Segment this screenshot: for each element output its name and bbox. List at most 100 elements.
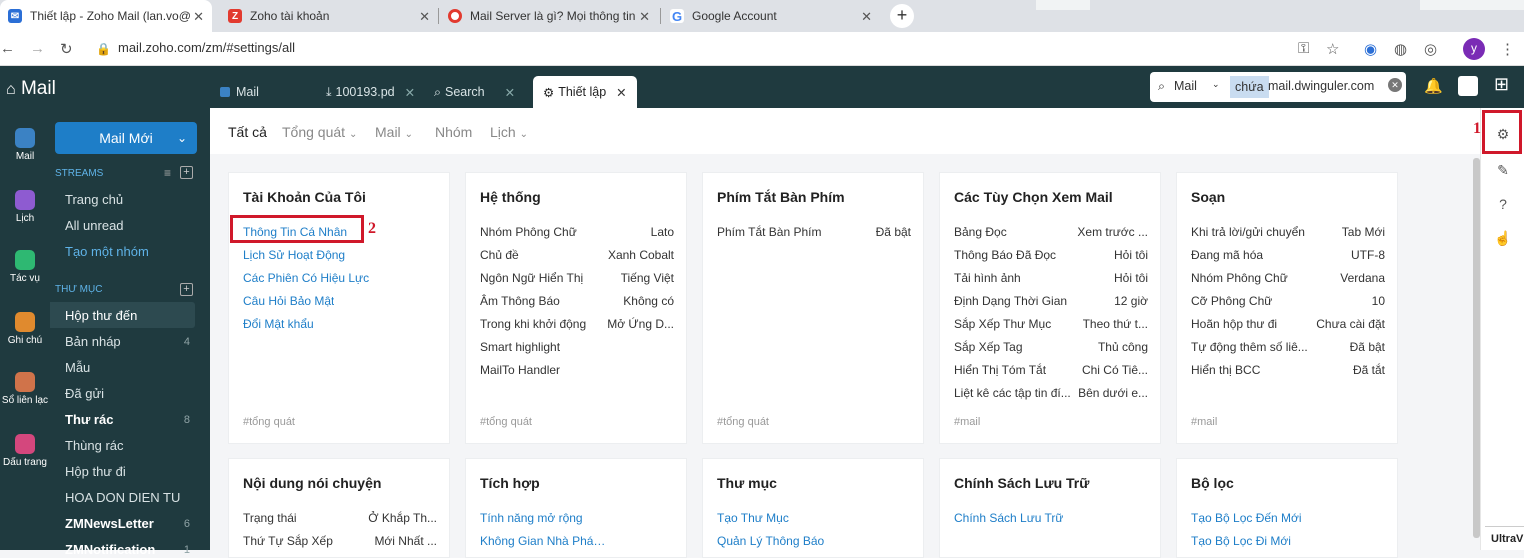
rail-mail[interactable]: Mail (0, 128, 50, 162)
folder-spam[interactable]: Thư rác (65, 412, 113, 427)
setting-value[interactable]: Đã bật (876, 225, 911, 239)
setting-row[interactable]: Nhóm Phông Chữ Verdana (1191, 271, 1385, 288)
scrollbar[interactable] (1473, 158, 1480, 538)
browser-tab[interactable]: Mail Server là gì? Mọi thông tin c ✕ (440, 0, 658, 32)
setting-row[interactable]: Tự động thêm số liê... Đã bật (1191, 340, 1385, 357)
search-bar[interactable]: ⌕ Mail ⌄ chứa mail.dwinguler.com ✕ (1150, 72, 1406, 102)
new-tab-button[interactable]: + (890, 4, 914, 28)
menu-icon[interactable]: ⋮ (1500, 40, 1515, 58)
setting-row[interactable]: Câu Hỏi Bảo Mật (243, 294, 437, 311)
close-icon[interactable]: ✕ (616, 85, 626, 100)
setting-row[interactable]: Không Gian Nhà Phát Triển (480, 534, 674, 551)
setting-link[interactable]: Tạo Bộ Lọc Đến Mới (1191, 511, 1302, 525)
setting-link[interactable]: Tạo Bộ Lọc Đi Mới (1191, 534, 1291, 548)
setting-row[interactable]: Smart highlight (480, 340, 674, 357)
browser-tab[interactable]: G Google Account ✕ (662, 0, 880, 32)
back-icon[interactable]: ← (0, 40, 15, 57)
setting-row[interactable]: Đang mã hóa UTF-8 (1191, 248, 1385, 265)
setting-row[interactable]: Trong khi khởi động Mở Ứng D... (480, 317, 674, 334)
help-icon[interactable]: ? (1481, 196, 1524, 212)
clear-icon[interactable]: ✕ (1388, 78, 1402, 92)
setting-link[interactable]: Đổi Mật khẩu (243, 317, 314, 331)
filter-calendar[interactable]: Lịch ⌄ (490, 124, 528, 140)
setting-row[interactable]: Các Phiên Có Hiệu Lực (243, 271, 437, 288)
rail-tasks[interactable]: Tác vụ (0, 250, 50, 284)
filter-icon[interactable]: ≡ (164, 166, 171, 180)
close-icon[interactable]: ✕ (505, 85, 515, 100)
setting-row[interactable]: Âm Thông Báo Không có (480, 294, 674, 311)
folder-templates[interactable]: Mẫu (65, 360, 90, 375)
filter-all[interactable]: Tất cả (228, 124, 267, 140)
setting-row[interactable]: Nhóm Phông Chữ Lato (480, 225, 674, 242)
setting-row[interactable]: Lịch Sử Hoạt Động (243, 248, 437, 265)
setting-link[interactable]: Các Phiên Có Hiệu Lực (243, 271, 369, 285)
setting-row[interactable]: Tạo Bộ Lọc Đến Mới (1191, 511, 1385, 528)
setting-row[interactable]: Tạo Bộ Lọc Đi Mới (1191, 534, 1385, 551)
filter-general[interactable]: Tổng quát ⌄ (282, 124, 357, 140)
tab-settings[interactable]: ⚙ Thiết lập ✕ (533, 76, 637, 108)
close-icon[interactable]: ✕ (193, 9, 204, 25)
browser-tab[interactable]: ✉ Thiết lập - Zoho Mail (lan.vo@dw ✕ (0, 0, 212, 32)
setting-row[interactable]: Cỡ Phông Chữ 10 (1191, 294, 1385, 311)
close-icon[interactable]: ✕ (639, 9, 650, 25)
setting-row[interactable]: Sắp Xếp Thư Mục Theo thứ t... (954, 317, 1148, 334)
sidebar-item-all-unread[interactable]: All unread (65, 218, 124, 233)
setting-row[interactable]: Ngôn Ngữ Hiển Thị Tiếng Việt (480, 271, 674, 288)
add-icon[interactable]: + (180, 166, 193, 179)
setting-row[interactable]: Tính năng mở rộng (480, 511, 674, 528)
chevron-down-icon[interactable]: ⌄ (177, 122, 187, 154)
filter-mail[interactable]: Mail ⌄ (375, 124, 413, 140)
tab-search[interactable]: ⌕ Search ✕ (424, 76, 530, 108)
setting-row[interactable]: Đổi Mật khẩu (243, 317, 437, 334)
setting-link[interactable]: Lịch Sử Hoạt Động (243, 248, 345, 262)
setting-link[interactable]: Tính năng mở rộng (480, 511, 583, 525)
close-icon[interactable]: ✕ (405, 85, 415, 100)
window-controls[interactable] (1420, 0, 1524, 10)
setting-row[interactable]: Chính Sách Lưu Trữ (954, 511, 1148, 528)
setting-link[interactable]: Chính Sách Lưu Trữ (954, 511, 1063, 525)
setting-row[interactable]: Tạo Thư Mục (717, 511, 911, 528)
rail-notes[interactable]: Ghi chú (0, 312, 50, 346)
setting-row[interactable]: Hiển Thị Tóm Tắt Chi Có Tiê... (954, 363, 1148, 380)
tab-pdf[interactable]: ⤓ 100193.pd ✕ (316, 76, 416, 108)
extension-icon[interactable]: ◍ (1394, 40, 1407, 58)
extension-icon[interactable]: ◎ (1424, 40, 1437, 58)
search-scope[interactable]: Mail (1174, 79, 1197, 93)
add-folder-icon[interactable]: + (180, 283, 193, 296)
extension-icon[interactable]: ◉ (1364, 40, 1377, 58)
search-condition[interactable]: chứa (1230, 76, 1269, 98)
forward-icon[interactable]: → (30, 40, 45, 57)
new-mail-button[interactable]: Mail Mới ⌄ (55, 122, 197, 154)
setting-row[interactable]: Thông Báo Đã Đọc Hỏi tôi (954, 248, 1148, 265)
setting-row[interactable]: Chủ đề Xanh Cobalt (480, 248, 674, 265)
setting-row[interactable]: Trạng thái Ở Khắp Th... (243, 511, 437, 528)
setting-link[interactable]: Tạo Thư Mục (717, 511, 789, 525)
rail-contacts[interactable]: Sổ liên lạc (0, 372, 50, 406)
folder-inbox[interactable]: Hộp thư đến (65, 308, 137, 323)
setting-row[interactable]: Thứ Tự Sắp Xếp Mới Nhất ... (243, 534, 437, 551)
folder-drafts[interactable]: Bản nháp (65, 334, 121, 349)
avatar[interactable] (1458, 76, 1478, 96)
close-icon[interactable]: ✕ (861, 9, 872, 25)
setting-value[interactable]: Đã tắt (1353, 363, 1385, 377)
signature-icon[interactable]: ✎ (1481, 162, 1524, 179)
browser-tab[interactable]: Z Zoho tài khoản ✕ (220, 0, 438, 32)
reload-icon[interactable]: ↻ (60, 40, 73, 58)
folder-custom[interactable]: HOA DON DIEN TU (65, 490, 180, 505)
close-icon[interactable]: ✕ (419, 9, 430, 25)
setting-row[interactable]: Phím Tắt Bàn Phím Đã bật (717, 225, 911, 242)
folder-outbox[interactable]: Hộp thư đi (65, 464, 126, 479)
setting-row[interactable]: Hoãn hộp thư đi Chưa cài đặt (1191, 317, 1385, 334)
setting-row[interactable]: Khi trả lời/gửi chuyển Tab Mới (1191, 225, 1385, 242)
search-input[interactable]: mail.dwinguler.com (1268, 79, 1386, 93)
tab-mail[interactable]: Mail (210, 76, 314, 108)
setting-row[interactable]: Định Dạng Thời Gian 12 giờ (954, 294, 1148, 311)
setting-link[interactable]: Quản Lý Thông Báo (717, 534, 824, 548)
setting-row[interactable]: Tải hình ảnh Hỏi tôi (954, 271, 1148, 288)
setting-link[interactable]: Không Gian Nhà Phát Triển (480, 534, 608, 548)
setting-row[interactable]: Quản Lý Thông Báo (717, 534, 911, 551)
setting-row[interactable]: MailTo Handler (480, 363, 674, 380)
setting-row[interactable]: Liệt kê các tập tin đí... Bên dưới e... (954, 386, 1148, 403)
profile-avatar[interactable]: y (1463, 38, 1485, 60)
pointer-icon[interactable]: ☝ (1481, 230, 1524, 247)
